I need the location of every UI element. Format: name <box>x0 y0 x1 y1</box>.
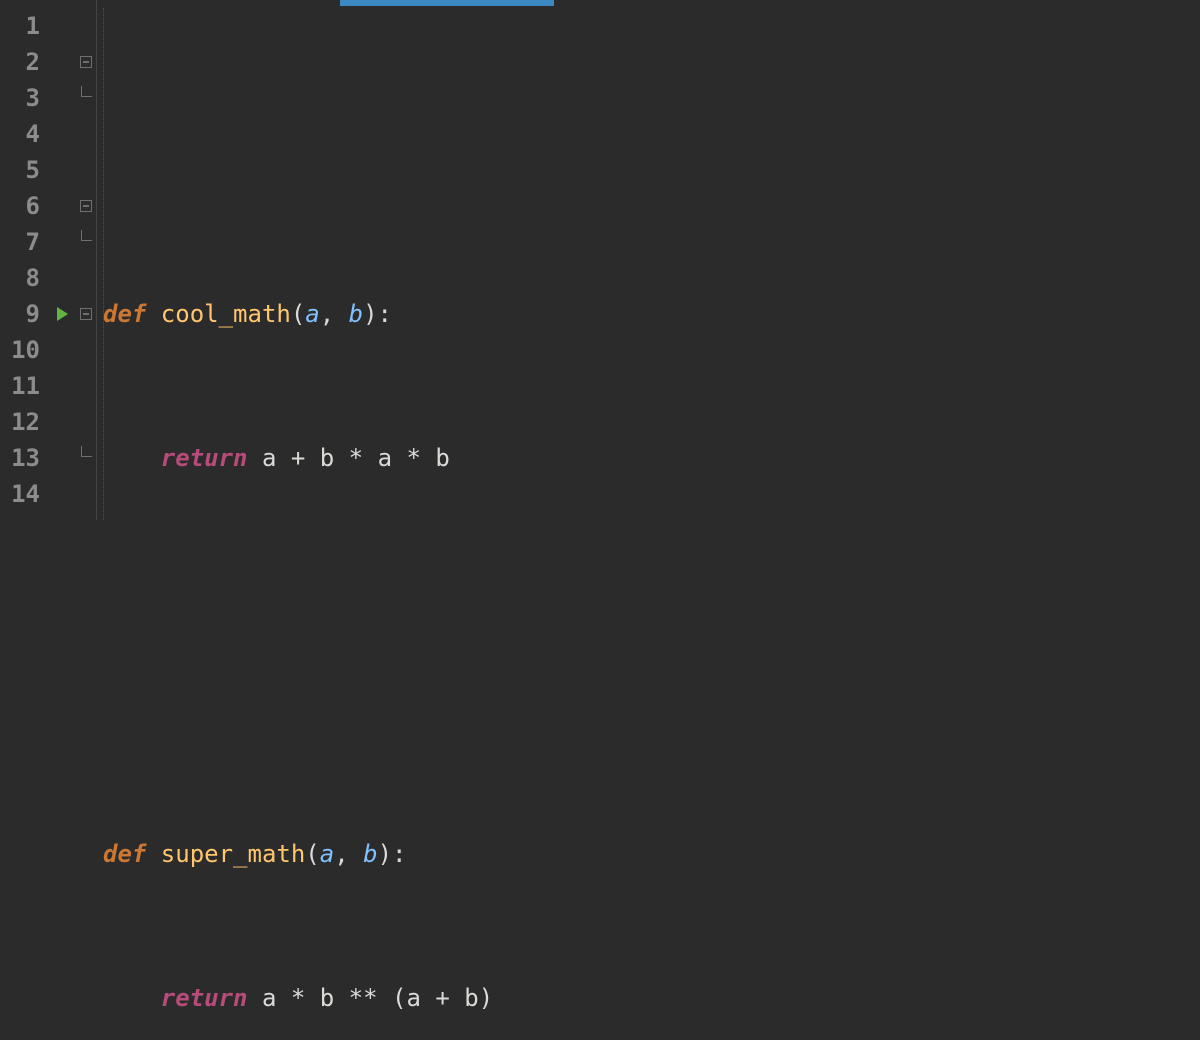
run-line-marker[interactable] <box>48 296 76 332</box>
line-number: 1 <box>0 8 48 44</box>
fold-minus-icon <box>80 56 92 68</box>
keyword-def: def <box>103 300 161 328</box>
parameter: a <box>305 300 319 328</box>
line-number: 4 <box>0 116 48 152</box>
fold-end <box>76 224 96 260</box>
fold-minus-icon <box>80 200 92 212</box>
run-gutter[interactable] <box>48 0 76 520</box>
fold-toggle[interactable] <box>76 296 96 332</box>
fold-end <box>76 440 96 476</box>
line-number: 11 <box>0 368 48 404</box>
keyword-return: return <box>161 984 262 1012</box>
parameter: a <box>320 840 334 868</box>
line-number: 2 <box>0 44 48 80</box>
fold-toggle[interactable] <box>76 44 96 80</box>
line-number: 3 <box>0 80 48 116</box>
code-line[interactable]: def super_math(a, b): <box>97 836 1200 872</box>
line-number: 6 <box>0 188 48 224</box>
line-number: 5 <box>0 152 48 188</box>
code-line[interactable] <box>97 152 1200 188</box>
keyword-return: return <box>161 444 262 472</box>
code-line[interactable]: return a + b * a * b <box>97 440 1200 476</box>
play-icon <box>57 307 68 321</box>
code-line[interactable]: return a * b ** (a + b) <box>97 980 1200 1016</box>
function-name: super_math <box>161 840 306 868</box>
code-line[interactable] <box>97 692 1200 728</box>
line-number: 14 <box>0 476 48 512</box>
fold-gutter[interactable] <box>76 0 97 520</box>
fold-end <box>76 80 96 116</box>
line-number: 13 <box>0 440 48 476</box>
line-number: 8 <box>0 260 48 296</box>
code-line[interactable]: def cool_math(a, b): <box>97 296 1200 332</box>
line-number: 9 <box>0 296 48 332</box>
parameter: b <box>363 840 377 868</box>
line-number: 7 <box>0 224 48 260</box>
line-number: 12 <box>0 404 48 440</box>
line-number-gutter: 1 2 3 4 5 6 7 8 9 10 11 12 13 14 <box>0 0 48 520</box>
parameter: b <box>349 300 363 328</box>
code-editor[interactable]: 1 2 3 4 5 6 7 8 9 10 11 12 13 14 <box>0 0 1200 520</box>
code-line[interactable] <box>97 584 1200 620</box>
function-name: cool_math <box>161 300 291 328</box>
fold-toggle[interactable] <box>76 188 96 224</box>
keyword-def: def <box>103 840 161 868</box>
line-number: 10 <box>0 332 48 368</box>
code-area[interactable]: def cool_math(a, b): return a + b * a * … <box>97 0 1200 520</box>
fold-minus-icon <box>80 308 92 320</box>
